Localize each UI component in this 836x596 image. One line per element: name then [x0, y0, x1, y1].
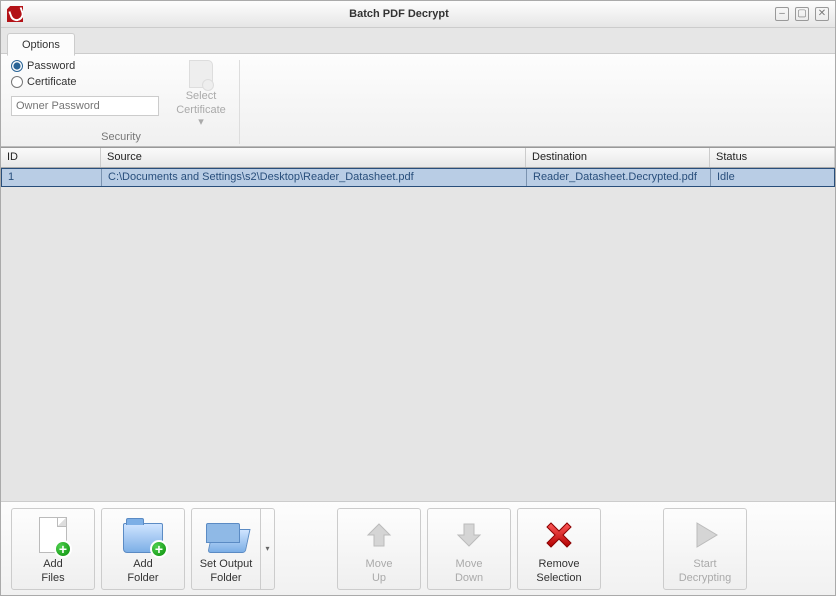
cell-status: Idle: [711, 169, 834, 186]
file-add-icon: +: [32, 514, 74, 556]
column-header-id[interactable]: ID: [1, 148, 101, 167]
move-up-button[interactable]: Move Up: [337, 508, 421, 590]
table-body[interactable]: 1 C:\Documents and Settings\s2\Desktop\R…: [1, 168, 835, 501]
select-cert-label-1: Select: [186, 90, 217, 102]
owner-password-input[interactable]: [11, 96, 159, 116]
radio-certificate-label: Certificate: [27, 76, 77, 88]
chevron-down-icon: ▾: [198, 116, 204, 128]
radio-certificate[interactable]: Certificate: [11, 76, 159, 88]
ribbon-tabs: Options: [1, 28, 835, 54]
table-row[interactable]: 1 C:\Documents and Settings\s2\Desktop\R…: [1, 168, 835, 187]
add-folder-button[interactable]: + Add Folder: [101, 508, 185, 590]
select-certificate-button[interactable]: Select Certificate ▾: [171, 60, 231, 128]
select-cert-label-2: Certificate ▾: [176, 104, 226, 128]
maximize-button[interactable]: ▢: [795, 7, 809, 21]
arrow-up-icon: [358, 514, 400, 556]
arrow-down-icon: [448, 514, 490, 556]
add-files-button[interactable]: + Add Files: [11, 508, 95, 590]
tab-options[interactable]: Options: [7, 33, 75, 56]
table-header: ID Source Destination Status: [1, 148, 835, 168]
play-icon: [684, 514, 726, 556]
delete-x-icon: [538, 514, 580, 556]
folder-open-icon: [205, 514, 247, 556]
cell-source: C:\Documents and Settings\s2\Desktop\Rea…: [102, 169, 527, 186]
titlebar: Batch PDF Decrypt – ▢ ✕: [1, 1, 835, 28]
cell-destination: Reader_Datasheet.Decrypted.pdf: [527, 169, 711, 186]
minimize-button[interactable]: –: [775, 7, 789, 21]
app-icon: [7, 6, 23, 22]
bottom-toolbar: + Add Files + Add Folder Set Output Fold…: [1, 501, 835, 595]
window-title: Batch PDF Decrypt: [23, 8, 775, 20]
start-decrypting-button[interactable]: Start Decrypting: [663, 508, 747, 590]
column-header-status[interactable]: Status: [710, 148, 835, 167]
ribbon-panel: Password Certificate Select Certificate …: [1, 54, 835, 147]
radio-password-input[interactable]: [11, 60, 23, 72]
cell-id: 1: [2, 169, 102, 186]
ribbon: Options Password Certificate: [1, 28, 835, 147]
set-output-dropdown[interactable]: ▾: [260, 509, 274, 589]
radio-password[interactable]: Password: [11, 60, 159, 72]
ribbon-group-label: Security: [11, 128, 231, 144]
column-header-destination[interactable]: Destination: [526, 148, 710, 167]
ribbon-group-security: Password Certificate Select Certificate …: [9, 60, 240, 144]
radio-password-label: Password: [27, 60, 75, 72]
column-header-source[interactable]: Source: [101, 148, 526, 167]
radio-certificate-input[interactable]: [11, 76, 23, 88]
certificate-icon: [189, 60, 213, 88]
file-table: ID Source Destination Status 1 C:\Docume…: [1, 147, 835, 501]
move-down-button[interactable]: Move Down: [427, 508, 511, 590]
folder-add-icon: +: [122, 514, 164, 556]
set-output-folder-button[interactable]: Set Output Folder ▾: [191, 508, 275, 590]
close-button[interactable]: ✕: [815, 7, 829, 21]
remove-selection-button[interactable]: Remove Selection: [517, 508, 601, 590]
